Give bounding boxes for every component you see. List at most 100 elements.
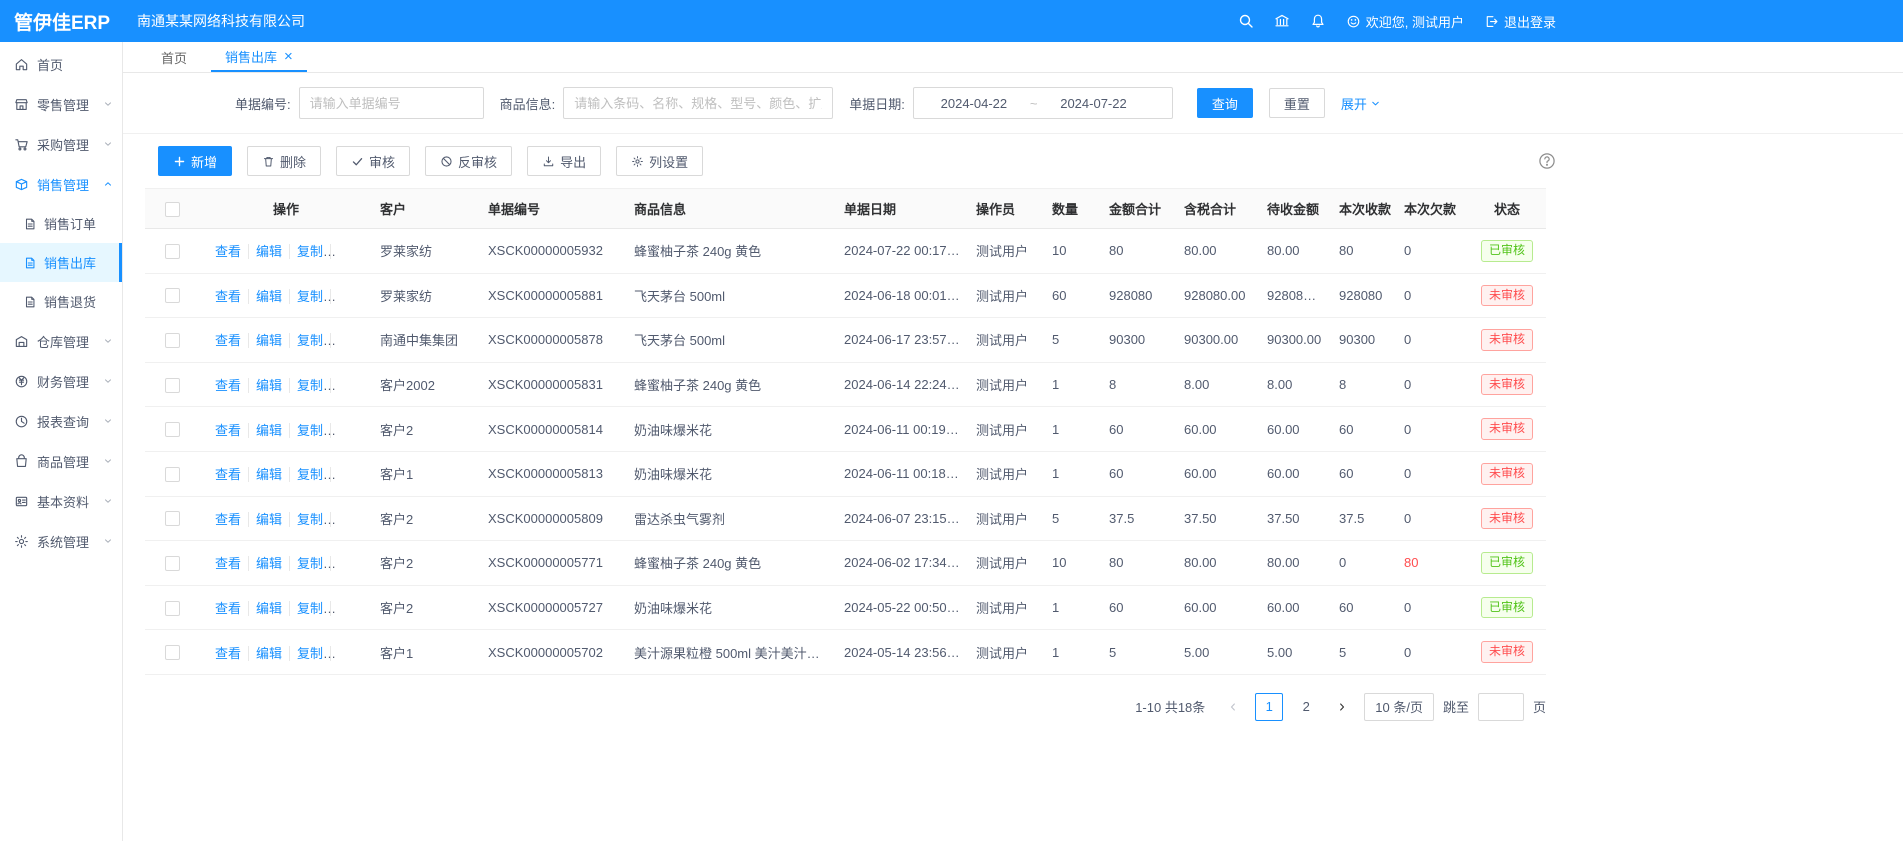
sidebar-item-report[interactable]: 报表查询 — [0, 401, 122, 441]
close-icon[interactable]: × — [284, 49, 293, 64]
delete-button[interactable]: 删除 — [247, 146, 321, 176]
row-checkbox[interactable] — [165, 288, 180, 303]
date-start-input[interactable] — [922, 96, 1026, 111]
search-icon[interactable] — [1238, 13, 1254, 29]
row-checkbox[interactable] — [165, 378, 180, 393]
row-checkbox[interactable] — [165, 467, 180, 482]
expand-link[interactable]: 展开 — [1341, 94, 1381, 113]
copy-link[interactable]: 复制 — [290, 646, 331, 661]
copy-link[interactable]: 复制 — [290, 333, 331, 348]
sidebar-item-sales-return[interactable]: 销售退货 — [0, 282, 122, 321]
sidebar-item-sales-order[interactable]: 销售订单 — [0, 204, 122, 243]
product-info-input[interactable] — [563, 87, 833, 119]
copy-link[interactable]: 复制 — [290, 378, 331, 393]
jump-page-input[interactable] — [1478, 693, 1524, 721]
edit-link[interactable]: 编辑 — [249, 289, 290, 304]
view-link[interactable]: 查看 — [208, 556, 249, 571]
sidebar-item-sales-outbound[interactable]: 销售出库 — [0, 243, 122, 282]
export-button[interactable]: 导出 — [527, 146, 601, 176]
view-link[interactable]: 查看 — [208, 646, 249, 661]
sidebar-item-label: 报表查询 — [37, 412, 103, 431]
tab-home[interactable]: 首页 — [147, 42, 201, 72]
help-icon[interactable] — [1538, 152, 1556, 170]
row-checkbox[interactable] — [165, 645, 180, 660]
copy-link[interactable]: 复制 — [290, 512, 331, 527]
row-checkbox[interactable] — [165, 601, 180, 616]
select-all-checkbox[interactable] — [165, 202, 180, 217]
delete-link[interactable]: 删除 — [331, 512, 371, 527]
reset-button[interactable]: 重置 — [1269, 88, 1325, 118]
edit-link[interactable]: 编辑 — [249, 333, 290, 348]
add-button-label: 新增 — [191, 152, 217, 171]
view-link[interactable]: 查看 — [208, 378, 249, 393]
view-link[interactable]: 查看 — [208, 467, 249, 482]
delete-link[interactable]: 删除 — [331, 646, 371, 661]
edit-link[interactable]: 编辑 — [249, 244, 290, 259]
copy-link[interactable]: 复制 — [290, 423, 331, 438]
sidebar-item-retail[interactable]: 零售管理 — [0, 84, 122, 124]
table-row: 查看编辑复制删除客户2XSCK00000005814奶油味爆米花2024-06-… — [145, 407, 1546, 452]
copy-link[interactable]: 复制 — [290, 601, 331, 616]
edit-link[interactable]: 编辑 — [249, 512, 290, 527]
page-number-2[interactable]: 2 — [1292, 693, 1320, 721]
add-button[interactable]: 新增 — [158, 146, 232, 176]
row-checkbox[interactable] — [165, 244, 180, 259]
tab-label: 销售出库 — [225, 47, 277, 66]
bell-icon[interactable] — [1310, 13, 1326, 29]
tab-sales-outbound[interactable]: 销售出库 × — [211, 42, 307, 72]
copy-link[interactable]: 复制 — [290, 289, 331, 304]
sidebar-item-warehouse[interactable]: 仓库管理 — [0, 321, 122, 361]
bill-no-cell: XSCK00000005809 — [480, 496, 626, 541]
search-button[interactable]: 查询 — [1197, 88, 1253, 118]
logout-button[interactable]: 退出登录 — [1484, 12, 1556, 31]
audit-button[interactable]: 审核 — [336, 146, 410, 176]
sidebar-item-finance[interactable]: 财务管理 — [0, 361, 122, 401]
view-link[interactable]: 查看 — [208, 601, 249, 616]
row-checkbox[interactable] — [165, 511, 180, 526]
view-link[interactable]: 查看 — [208, 333, 249, 348]
sidebar-item-system[interactable]: 系统管理 — [0, 521, 122, 561]
edit-link[interactable]: 编辑 — [249, 423, 290, 438]
delete-link[interactable]: 删除 — [331, 378, 371, 393]
sidebar-item-purchase[interactable]: 采购管理 — [0, 124, 122, 164]
edit-link[interactable]: 编辑 — [249, 601, 290, 616]
sidebar-item-sales[interactable]: 销售管理 — [0, 164, 122, 204]
date-end-input[interactable] — [1041, 96, 1145, 111]
view-link[interactable]: 查看 — [208, 512, 249, 527]
sidebar-item-home[interactable]: 首页 — [0, 44, 122, 84]
edit-link[interactable]: 编辑 — [249, 378, 290, 393]
delete-link[interactable]: 删除 — [331, 467, 371, 482]
page-number-1[interactable]: 1 — [1255, 693, 1283, 721]
row-checkbox[interactable] — [165, 333, 180, 348]
delete-link[interactable]: 删除 — [331, 556, 371, 571]
copy-link[interactable]: 复制 — [290, 244, 331, 259]
sidebar-item-basic-data[interactable]: 基本资料 — [0, 481, 122, 521]
edit-link[interactable]: 编辑 — [249, 646, 290, 661]
sidebar-item-product[interactable]: 商品管理 — [0, 441, 122, 481]
delete-link[interactable]: 删除 — [331, 333, 371, 348]
row-checkbox[interactable] — [165, 556, 180, 571]
delete-link[interactable]: 删除 — [331, 423, 371, 438]
prev-page-button[interactable] — [1220, 693, 1246, 721]
delete-link[interactable]: 删除 — [331, 289, 371, 304]
bank-icon[interactable] — [1274, 13, 1290, 29]
edit-link[interactable]: 编辑 — [249, 556, 290, 571]
view-link[interactable]: 查看 — [208, 423, 249, 438]
row-checkbox[interactable] — [165, 422, 180, 437]
delete-link[interactable]: 删除 — [331, 601, 371, 616]
view-link[interactable]: 查看 — [208, 244, 249, 259]
view-link[interactable]: 查看 — [208, 289, 249, 304]
next-page-button[interactable] — [1329, 693, 1355, 721]
delete-link[interactable]: 删除 — [331, 244, 371, 259]
edit-link[interactable]: 编辑 — [249, 467, 290, 482]
customer-cell: 客户1 — [372, 451, 480, 496]
copy-link[interactable]: 复制 — [290, 556, 331, 571]
copy-link[interactable]: 复制 — [290, 467, 331, 482]
column-settings-button[interactable]: 列设置 — [616, 146, 703, 176]
welcome-user[interactable]: 欢迎您, 测试用户 — [1346, 12, 1464, 31]
page-size-select[interactable]: 10 条/页 — [1364, 693, 1434, 721]
date-range-picker[interactable]: ~ — [913, 87, 1173, 119]
bill-no-input[interactable] — [299, 87, 484, 119]
unaudit-button[interactable]: 反审核 — [425, 146, 512, 176]
amount-cell: 37.5 — [1101, 496, 1176, 541]
